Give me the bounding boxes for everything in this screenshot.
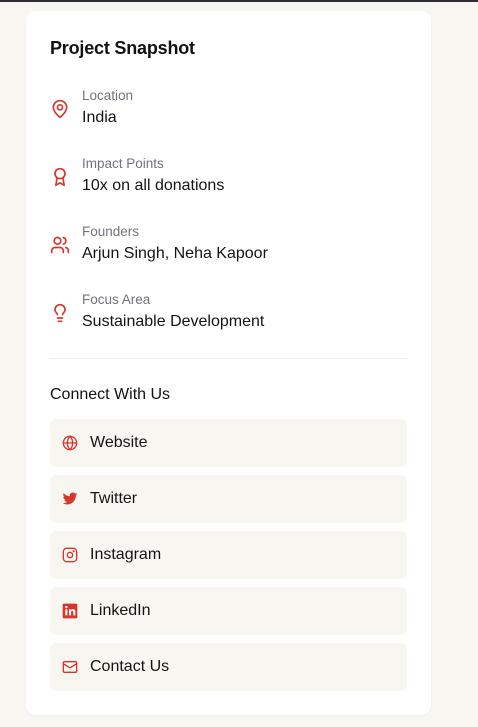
detail-label: Founders	[82, 224, 140, 239]
detail-impact-points: Impact Points 10x on all donations	[50, 156, 410, 200]
lightbulb-icon	[50, 303, 70, 323]
detail-label: Impact Points	[82, 156, 164, 171]
detail-value: India	[82, 109, 117, 126]
instagram-icon	[62, 547, 78, 563]
linkedin-link-button[interactable]: LinkedIn	[50, 587, 407, 635]
link-label: Contact Us	[90, 658, 170, 675]
detail-value: 10x on all donations	[82, 177, 225, 194]
website-link-button[interactable]: Website	[50, 419, 407, 467]
linkedin-icon	[62, 603, 78, 619]
twitter-icon	[62, 491, 78, 507]
instagram-link-button[interactable]: Instagram	[50, 531, 407, 579]
mail-icon	[62, 659, 78, 675]
window-top-edge	[0, 0, 478, 2]
contact-us-link-button[interactable]: Contact Us	[50, 643, 407, 691]
detail-label: Location	[82, 88, 134, 103]
map-pin-icon	[50, 99, 70, 119]
detail-location: Location India	[50, 88, 410, 132]
detail-value: Sustainable Development	[82, 313, 265, 330]
link-label: Twitter	[90, 490, 138, 507]
twitter-link-button[interactable]: Twitter	[50, 475, 407, 523]
detail-value: Arjun Singh, Neha Kapoor	[82, 245, 268, 262]
detail-founders: Founders Arjun Singh, Neha Kapoor	[50, 224, 410, 268]
link-label: Instagram	[90, 546, 162, 563]
link-label: Website	[90, 434, 148, 451]
award-icon	[50, 167, 70, 187]
link-label: LinkedIn	[90, 602, 151, 619]
connect-heading: Connect With Us	[50, 386, 171, 403]
globe-icon	[62, 435, 78, 451]
card-title: Project Snapshot	[50, 38, 195, 58]
users-icon	[50, 235, 70, 255]
detail-label: Focus Area	[82, 292, 151, 307]
section-divider	[50, 358, 407, 359]
project-snapshot-card: Project Snapshot Location India Impact P…	[26, 11, 431, 715]
detail-focus-area: Focus Area Sustainable Development	[50, 292, 410, 336]
